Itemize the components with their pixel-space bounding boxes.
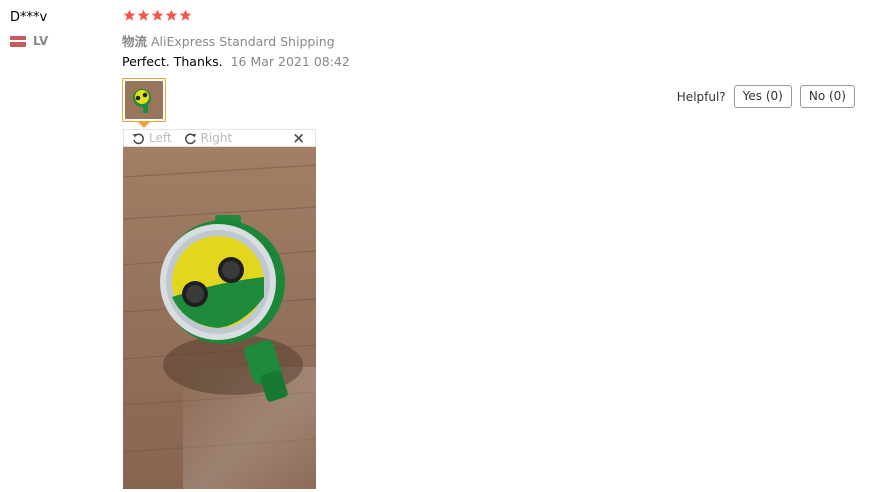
helpful-label: Helpful? — [676, 89, 726, 104]
shipping-info: 物流 AliExpress Standard Shipping — [122, 31, 335, 50]
rotate-right-icon — [184, 132, 196, 144]
review-photo-thumbnail[interactable] — [122, 78, 166, 122]
shipping-label: 物流 — [122, 34, 148, 49]
star-icon — [151, 9, 164, 21]
star-icon — [165, 9, 178, 21]
thumbnail-image — [125, 81, 163, 119]
star-icon — [123, 9, 136, 21]
rotate-left-icon — [132, 132, 144, 144]
helpful-yes-button[interactable]: Yes (0) — [733, 85, 792, 108]
thumbnail-pointer — [138, 122, 150, 128]
rotate-right-button[interactable]: Right — [184, 131, 233, 145]
review-body: Perfect. Thanks. 16 Mar 2021 08:42 — [122, 54, 350, 69]
helpful-vote: Helpful? Yes (0) No (0) — [677, 85, 855, 108]
star-icon — [137, 9, 150, 21]
rotate-left-button[interactable]: Left — [132, 131, 172, 145]
review-photo — [123, 147, 316, 489]
rotate-right-label: Right — [200, 131, 233, 145]
review-text: Perfect. Thanks. — [122, 54, 223, 69]
shipping-method: AliExpress Standard Shipping — [151, 34, 335, 49]
reviewer-country: LV — [10, 34, 48, 48]
viewer-toolbar: Left Right × — [123, 129, 316, 147]
star-icon — [179, 9, 192, 21]
photo-viewer: Left Right × — [123, 129, 316, 489]
reviewer-name: D***v — [10, 10, 48, 25]
close-icon[interactable]: × — [292, 130, 305, 146]
star-rating — [123, 9, 192, 22]
helpful-no-button[interactable]: No (0) — [799, 85, 855, 108]
review-date: 16 Mar 2021 08:42 — [230, 54, 350, 69]
country-code: LV — [33, 34, 49, 48]
rotate-left-label: Left — [149, 131, 172, 145]
flag-icon — [10, 35, 26, 47]
